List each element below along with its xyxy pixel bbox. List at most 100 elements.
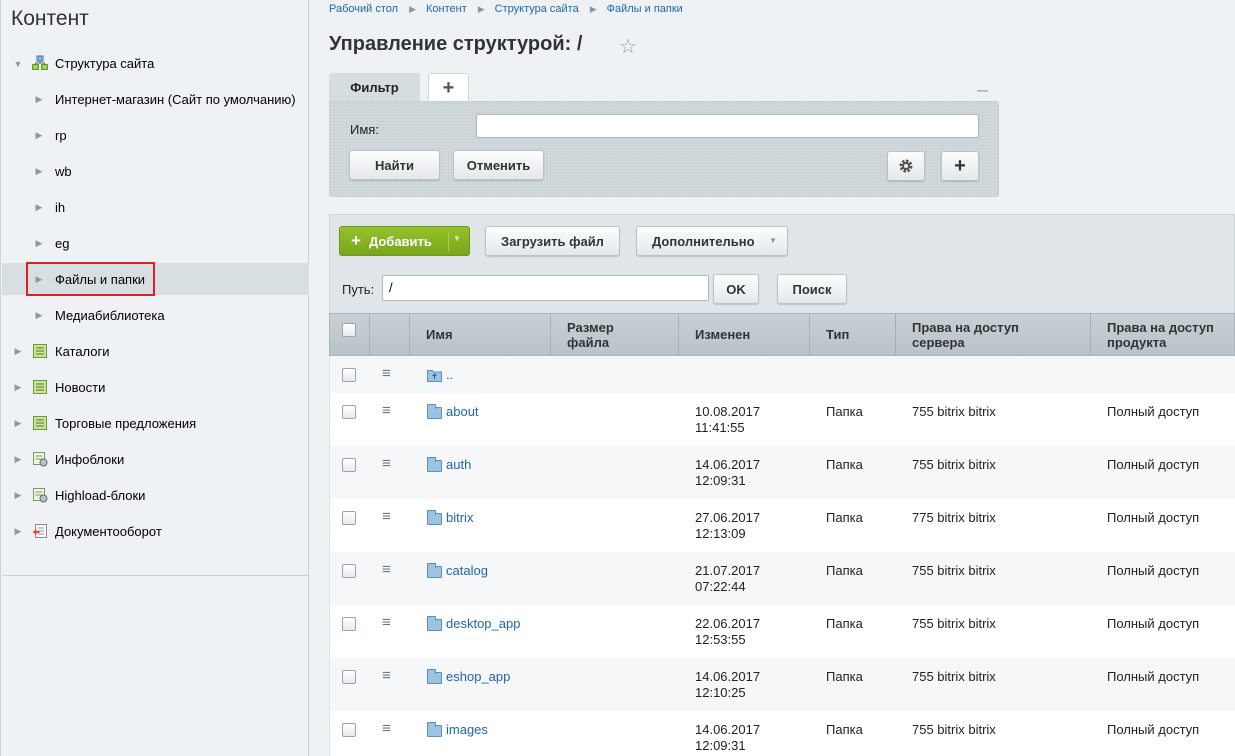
upload-file-button[interactable]: Загрузить файл: [485, 226, 620, 256]
file-name-link[interactable]: eshop_app: [446, 669, 510, 685]
file-name-link[interactable]: bitrix: [446, 510, 473, 526]
search-button[interactable]: Поиск: [777, 274, 847, 304]
sidebar-item-wb[interactable]: ▶ wb: [2, 155, 309, 187]
sidebar-item-eshop[interactable]: ▶ Интернет-магазин (Сайт по умолчанию): [2, 83, 309, 115]
table-row[interactable]: ≡ desktop_app 22.06.2017 12:53:55 Папка 755 b…: [329, 605, 1235, 658]
sidebar-item-ih[interactable]: ▶ ih: [2, 191, 309, 223]
row-menu-icon[interactable]: ≡: [382, 366, 391, 381]
parent-folder-icon[interactable]: [427, 368, 442, 382]
sidebar-item-iblocks[interactable]: ▶ Инфоблоки: [2, 443, 309, 475]
table-row[interactable]: ≡ images 14.06.2017 12:09:31 Папка 755 bitrix…: [329, 711, 1235, 756]
collapsed-arrow-icon[interactable]: ▶: [34, 238, 44, 249]
sidebar-item-offers[interactable]: ▶ Торговые предложения: [2, 407, 309, 439]
add-filter-button[interactable]: +: [941, 151, 979, 181]
row-checkbox[interactable]: [342, 564, 356, 578]
breadcrumb-item[interactable]: Файлы и папки: [607, 3, 683, 15]
row-checkbox[interactable]: [342, 670, 356, 684]
sidebar-divider: [3, 575, 308, 576]
row-menu-icon[interactable]: ≡: [382, 668, 391, 683]
product-rights: Полный доступ: [1107, 510, 1200, 525]
sidebar-item-catalogs[interactable]: ▶ Каталоги: [2, 335, 309, 367]
collapsed-arrow-icon[interactable]: ▶: [13, 490, 23, 501]
breadcrumb-separator-icon: ▶: [589, 4, 597, 14]
row-checkbox[interactable]: [342, 723, 356, 737]
sidebar-item-media-library[interactable]: ▶ Медиабиблиотека: [2, 299, 309, 331]
filter-name-input[interactable]: [476, 114, 979, 138]
table-row[interactable]: ≡ auth 14.06.2017 12:09:31 Папка 755 bitrix b…: [329, 446, 1235, 499]
collapsed-arrow-icon[interactable]: ▶: [34, 274, 44, 285]
column-modified[interactable]: Изменен: [679, 314, 810, 355]
modified-time: 12:09:31: [695, 738, 746, 753]
breadcrumb-item[interactable]: Контент: [426, 3, 467, 15]
row-checkbox[interactable]: [342, 511, 356, 525]
collapsed-arrow-icon[interactable]: ▶: [13, 382, 23, 393]
breadcrumb-item[interactable]: Структура сайта: [495, 3, 579, 15]
sidebar-item-rp[interactable]: ▶ rp: [2, 119, 309, 151]
settings-button[interactable]: [887, 151, 925, 181]
row-menu-icon[interactable]: ≡: [382, 615, 391, 630]
collapsed-arrow-icon[interactable]: ▶: [34, 130, 44, 141]
sidebar-item-highload[interactable]: ▶ Highload-блоки: [2, 479, 309, 511]
parent-link[interactable]: ..: [446, 367, 453, 383]
row-checkbox[interactable]: [342, 458, 356, 472]
find-button[interactable]: Найти: [349, 150, 440, 180]
select-all-checkbox[interactable]: [342, 323, 356, 337]
row-menu-icon[interactable]: ≡: [382, 509, 391, 524]
breadcrumb-item[interactable]: Рабочий стол: [329, 3, 398, 15]
collapsed-arrow-icon[interactable]: ▶: [34, 166, 44, 177]
row-menu-icon[interactable]: ≡: [382, 721, 391, 736]
collapsed-arrow-icon[interactable]: ▶: [13, 418, 23, 429]
sidebar-item-label: eg: [55, 236, 70, 251]
folder-icon: [427, 722, 442, 737]
sidebar-item-label: Интернет-магазин (Сайт по умолчанию): [55, 92, 296, 107]
add-filter-tab-button[interactable]: +: [428, 73, 469, 102]
column-product-rights[interactable]: Права на доступ продукта: [1091, 314, 1235, 355]
path-input[interactable]: /: [382, 275, 709, 301]
column-type[interactable]: Тип: [810, 314, 896, 355]
collapsed-arrow-icon[interactable]: ▶: [13, 454, 23, 465]
sidebar-item-eg[interactable]: ▶ eg: [2, 227, 309, 259]
collapsed-arrow-icon[interactable]: ▶: [13, 346, 23, 357]
column-name[interactable]: Имя: [410, 314, 551, 355]
row-checkbox[interactable]: [342, 368, 356, 382]
row-menu-icon[interactable]: ≡: [382, 456, 391, 471]
server-rights: 755 bitrix bitrix: [912, 457, 996, 472]
more-button[interactable]: Дополнительно ▼: [636, 226, 788, 256]
sidebar-item-files-folders[interactable]: ▶ Файлы и папки: [2, 263, 309, 295]
column-server-rights[interactable]: Права на доступ сервера: [896, 314, 1091, 355]
collapsed-arrow-icon[interactable]: ▶: [34, 202, 44, 213]
file-name-link[interactable]: desktop_app: [446, 616, 520, 632]
row-checkbox[interactable]: [342, 405, 356, 419]
column-size[interactable]: Размер файла: [551, 314, 679, 355]
collapsed-arrow-icon[interactable]: ▶: [13, 526, 23, 537]
table-row[interactable]: ≡ about 10.08.2017 11:41:55 Папка 755 bitrix …: [329, 393, 1235, 446]
breadcrumb-separator-icon: ▶: [409, 4, 416, 14]
table-row[interactable]: ≡ eshop_app 14.06.2017 12:10:25 Папка 755 bit…: [329, 658, 1235, 711]
ok-button[interactable]: OK: [713, 274, 759, 304]
breadcrumb-separator-icon: ▶: [477, 4, 485, 14]
folder-icon: [427, 457, 442, 472]
sidebar-item-workflow[interactable]: ▶ Документооборот: [2, 515, 309, 547]
sidebar-item-news[interactable]: ▶ Новости: [2, 371, 309, 403]
table-row[interactable]: ≡ catalog 21.07.2017 07:22:44 Папка 755 bitri…: [329, 552, 1235, 605]
file-name-link[interactable]: about: [446, 404, 479, 420]
tab-filter[interactable]: Фильтр: [329, 73, 420, 102]
table-row-parent[interactable]: ≡ ..: [329, 356, 1235, 393]
file-name-link[interactable]: images: [446, 722, 488, 738]
minimize-icon[interactable]: –: [977, 79, 988, 102]
collapsed-arrow-icon[interactable]: ▶: [34, 94, 44, 105]
table-row[interactable]: ≡ bitrix 27.06.2017 12:13:09 Папка 775 bitrix…: [329, 499, 1235, 552]
dropdown-caret-icon[interactable]: ▼: [453, 234, 461, 243]
add-button[interactable]: + Добавить ▼: [339, 226, 470, 256]
file-name-link[interactable]: auth: [446, 457, 471, 473]
row-menu-icon[interactable]: ≡: [382, 562, 391, 577]
file-type: Папка: [826, 457, 863, 472]
cancel-button[interactable]: Отменить: [453, 150, 544, 180]
row-menu-icon[interactable]: ≡: [382, 403, 391, 418]
star-icon[interactable]: ☆: [619, 34, 637, 59]
collapsed-arrow-icon[interactable]: ▶: [34, 310, 44, 321]
file-name-link[interactable]: catalog: [446, 563, 488, 579]
sidebar-item-site-structure[interactable]: ▼ Структура сайта: [2, 47, 309, 79]
row-checkbox[interactable]: [342, 617, 356, 631]
expanded-arrow-icon[interactable]: ▼: [13, 59, 23, 69]
